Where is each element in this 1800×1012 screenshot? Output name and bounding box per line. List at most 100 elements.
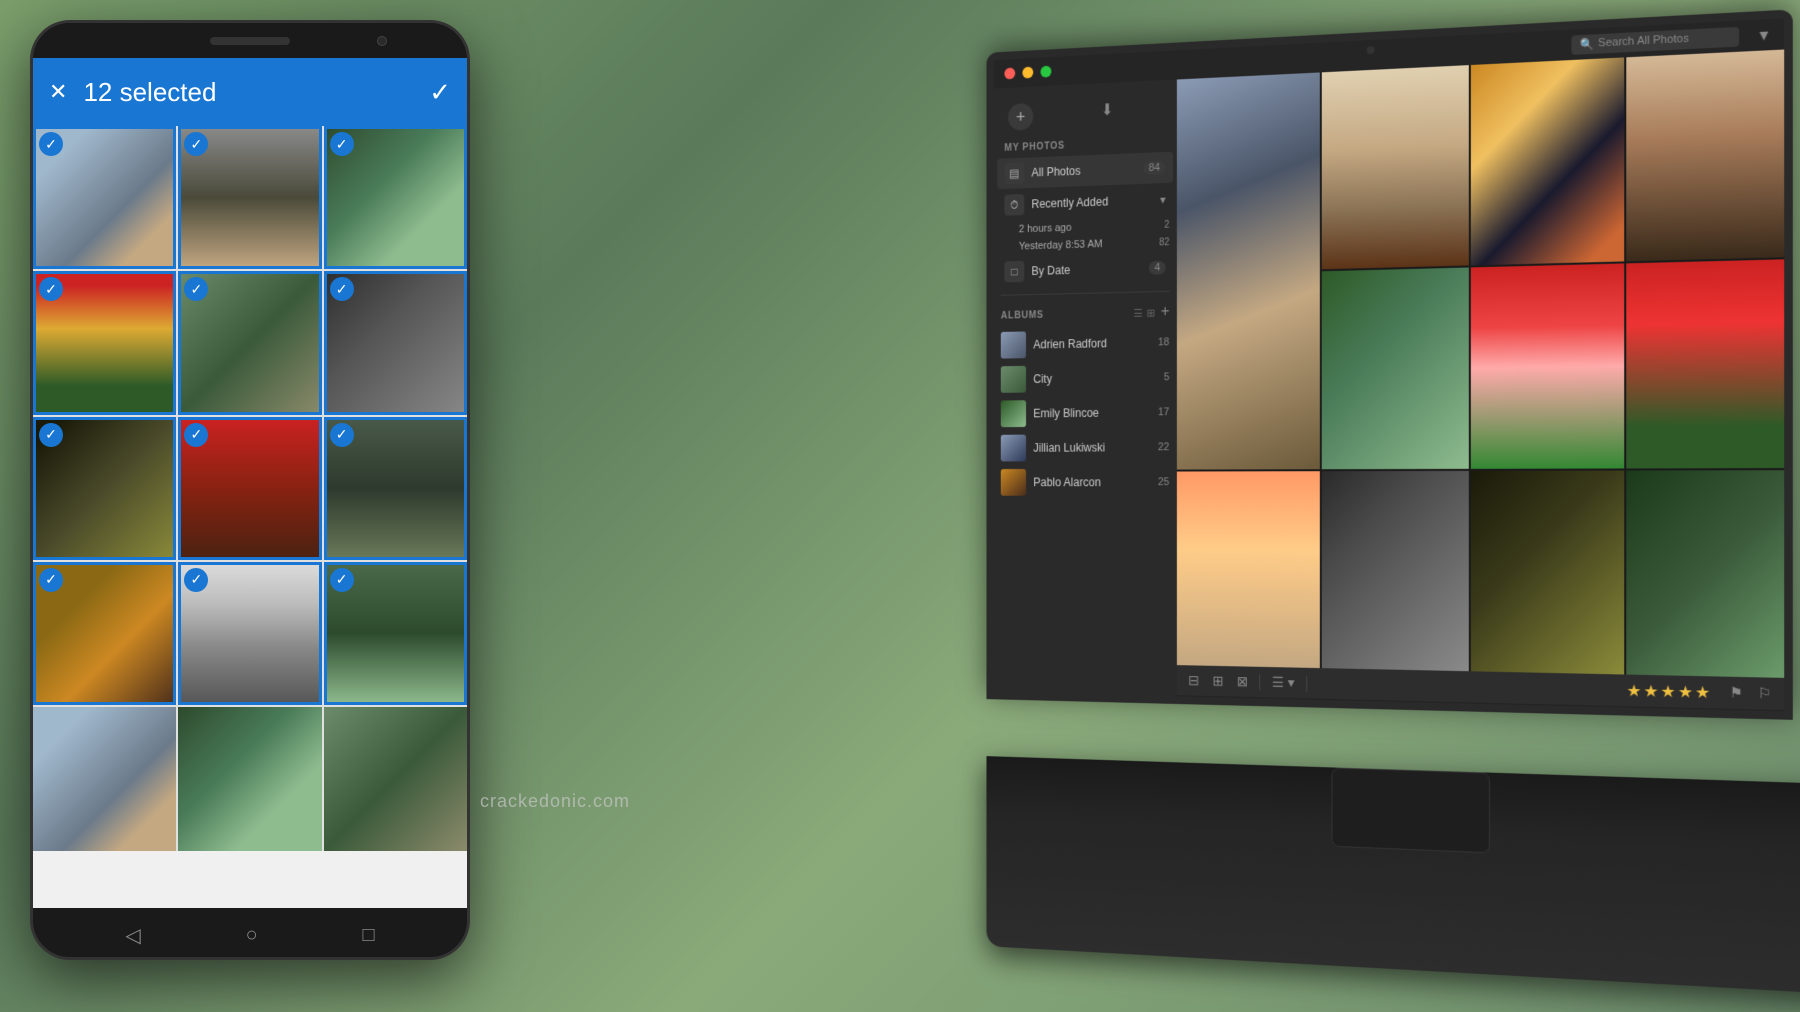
photo-cell-3[interactable]: ✓ [324,126,467,269]
recent-apps-button[interactable]: □ [362,924,374,947]
mosaic-photo-5[interactable] [1321,268,1469,469]
sort-button[interactable]: ☰ ▾ [1268,672,1298,693]
photo-cell-9[interactable]: ✓ [324,417,467,560]
photo-cell-12[interactable]: ✓ [324,562,467,705]
phone-photo-grid: ✓ ✓ ✓ ✓ [33,126,467,851]
albums-view-buttons: ☰ ⊞ [1134,306,1155,319]
view-large-button[interactable]: ⊟ [1184,670,1203,691]
add-album-button[interactable]: + [1161,303,1170,321]
search-icon: 🔍 [1580,37,1594,51]
photo-cell-10[interactable]: ✓ [33,562,176,705]
photo-cell-14[interactable] [178,707,321,850]
yesterday-label: Yesterday 8:53 AM [1019,237,1152,253]
star-3[interactable]: ★ [1661,681,1676,702]
laptop-screen: 🔍 Search All Photos ▼ + ⬇ MY PHOTOS ▤ [994,18,1785,711]
album-count-pablo: 25 [1158,476,1169,488]
star-1[interactable]: ★ [1626,680,1641,701]
main-photo-area: ⊟ ⊞ ⊠ ☰ ▾ ★ ★ ★ ★ ★ ⚑ [1177,50,1784,712]
star-rating[interactable]: ★ ★ ★ ★ ★ [1626,680,1710,703]
minimize-dot[interactable] [1022,67,1033,79]
flag-button-2[interactable]: ⚐ [1753,682,1775,704]
mosaic-photo-4[interactable] [1626,50,1784,262]
album-thumb-adrien [1001,331,1026,358]
maximize-dot[interactable] [1041,66,1052,78]
mosaic-photo-8[interactable] [1177,471,1319,668]
album-item-pablo[interactable]: Pablo Alarcon 25 [994,465,1177,500]
search-bar[interactable]: 🔍 Search All Photos [1572,26,1740,54]
album-count-city: 5 [1164,371,1170,383]
recently-added-expand[interactable]: ▾ [1160,193,1166,207]
photo-cell-1[interactable]: ✓ [33,126,176,269]
watermark-text: crackedonic.com [480,791,630,812]
star-2[interactable]: ★ [1643,681,1658,702]
mosaic-photo-9[interactable] [1321,471,1469,672]
new-album-button[interactable]: + [1008,103,1033,131]
mosaic-photo-1[interactable] [1177,72,1319,469]
yesterday-count: 82 [1159,237,1169,248]
check-badge-1: ✓ [39,132,63,156]
album-name-adrien: Adrien Radford [1033,336,1150,352]
phone-speaker [210,37,290,45]
photo-cell-5[interactable]: ✓ [178,271,321,414]
album-item-emily[interactable]: Emily Blincoe 17 [994,395,1177,431]
sidebar-item-by-date[interactable]: □ By Date 4 [997,252,1173,288]
album-item-city[interactable]: City 5 [994,360,1177,397]
grid-view-button[interactable]: ⊞ [1147,306,1156,319]
album-item-jillian[interactable]: Jillian Lukiwski 22 [994,430,1177,466]
sidebar-item-recently-added[interactable]: ⏱ Recently Added ▾ [997,184,1173,221]
album-count-adrien: 18 [1158,336,1169,348]
search-placeholder: Search All Photos [1598,33,1689,50]
mosaic-photo-3[interactable] [1471,57,1624,265]
photo-cell-13[interactable] [33,707,176,850]
close-dot[interactable] [1004,67,1015,79]
star-4[interactable]: ★ [1678,681,1693,702]
album-item-adrien[interactable]: Adrien Radford 18 [994,325,1177,363]
sidebar-divider [1001,291,1170,296]
view-medium-button[interactable]: ⊞ [1209,671,1228,692]
mosaic-photo-10[interactable] [1471,470,1624,674]
toolbar-separator-1 [1259,674,1260,690]
filter-icon[interactable]: ▼ [1756,26,1771,43]
album-count-jillian: 22 [1158,441,1169,453]
all-photos-count: 84 [1143,161,1166,175]
photo-cell-7[interactable]: ✓ [33,417,176,560]
mosaic-photo-2[interactable] [1321,65,1469,270]
album-thumb-emily [1001,400,1026,427]
recently-added-icon: ⏱ [1004,194,1024,216]
phone-device: ✕ 12 selected ✓ ✓ ✓ [30,20,490,990]
view-small-button[interactable]: ⊠ [1233,671,1252,692]
album-name-jillian: Jillian Lukiwski [1033,441,1150,455]
photo-cell-6[interactable]: ✓ [324,271,467,414]
sidebar-item-all-photos[interactable]: ▤ All Photos 84 [997,152,1173,190]
mosaic-photo-7[interactable] [1626,260,1784,468]
import-button[interactable]: ⬇ [1094,96,1120,124]
confirm-button[interactable]: ✓ [429,77,451,108]
close-button[interactable]: ✕ [49,79,67,105]
all-photos-label: All Photos [1031,162,1135,180]
mosaic-photo-11[interactable] [1626,470,1784,678]
star-5[interactable]: ★ [1695,682,1710,703]
phone-body: ✕ 12 selected ✓ ✓ ✓ [30,20,470,960]
photo-cell-8[interactable]: ✓ [178,417,321,560]
check-badge-10: ✓ [39,568,63,592]
photo-cell-15[interactable] [324,707,467,850]
flag-button-1[interactable]: ⚑ [1725,682,1747,704]
phone-top-bar [33,23,467,58]
phone-screen: ✕ 12 selected ✓ ✓ ✓ [33,58,467,908]
trackpad[interactable] [1332,767,1490,853]
mosaic-photo-6[interactable] [1471,264,1624,469]
album-name-pablo: Pablo Alarcon [1033,475,1150,489]
selection-count-label: 12 selected [83,77,413,108]
album-thumb-pablo [1001,469,1026,496]
check-badge-7: ✓ [39,423,63,447]
back-nav-button[interactable]: ◁ [125,923,140,948]
list-view-button[interactable]: ☰ [1134,306,1143,319]
recently-added-label: Recently Added [1031,193,1152,211]
sidebar: + ⬇ MY PHOTOS ▤ All Photos 84 ⏱ Recently… [994,80,1177,697]
home-nav-button[interactable]: ○ [246,924,258,947]
photo-cell-4[interactable]: ✓ [33,271,176,414]
laptop-screen-bezel: 🔍 Search All Photos ▼ + ⬇ MY PHOTOS ▤ [986,9,1792,719]
album-name-emily: Emily Blincoe [1033,406,1150,421]
photo-cell-2[interactable]: ✓ [178,126,321,269]
photo-cell-11[interactable]: ✓ [178,562,321,705]
